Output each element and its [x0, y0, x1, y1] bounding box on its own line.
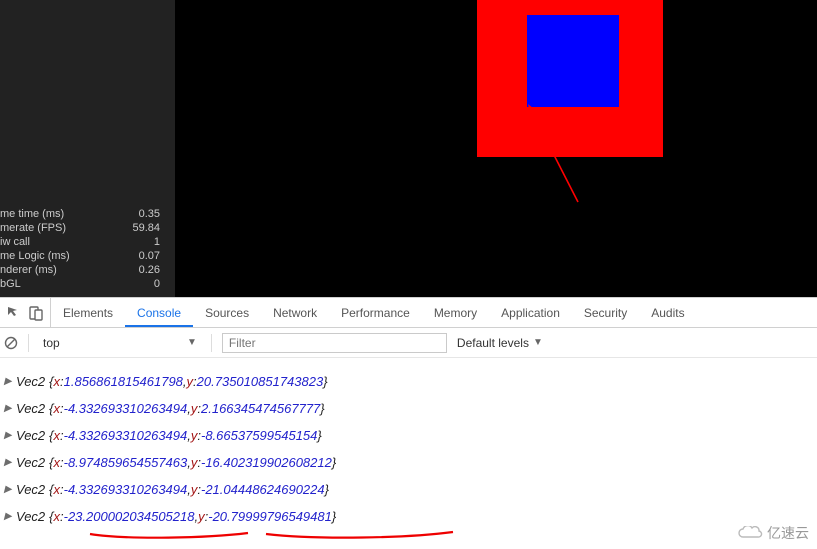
- stat-label: iw call: [0, 235, 30, 249]
- expander-triangle-icon[interactable]: ▶: [4, 503, 14, 530]
- log-row[interactable]: ▶Vec2 {x: -4.332693310263494, y: -21.044…: [4, 476, 817, 503]
- log-row-cropped: [4, 360, 817, 368]
- log-y: 20.735010851743823: [197, 368, 324, 395]
- stat-value: 0: [154, 277, 160, 291]
- annotation-underline-icon: [88, 528, 458, 542]
- stat-label: bGL: [0, 277, 21, 291]
- stat-label: me time (ms): [0, 207, 64, 221]
- log-x: -23.200002034505218: [64, 503, 195, 530]
- stat-value: 0.07: [139, 249, 160, 263]
- separator: [211, 334, 212, 352]
- stat-row: iw call 1: [0, 235, 168, 249]
- stat-value: 59.84: [132, 221, 160, 235]
- log-type: Vec2: [16, 395, 45, 422]
- log-type: Vec2: [16, 476, 45, 503]
- log-y: -8.66537599545154: [201, 422, 317, 449]
- chevron-down-icon: ▼: [187, 337, 197, 348]
- log-y: -20.79999796549481: [208, 503, 332, 530]
- watermark: 亿速云: [737, 523, 809, 543]
- stat-row: me Logic (ms) 0.07: [0, 249, 168, 263]
- devtools-panel: Elements Console Sources Network Perform…: [0, 297, 817, 549]
- game-preview-viewport: me time (ms) 0.35 merate (FPS) 59.84 iw ca…: [0, 0, 817, 297]
- tab-sources[interactable]: Sources: [193, 299, 261, 326]
- execution-context-selector[interactable]: top ▼: [39, 336, 201, 350]
- clear-console-icon[interactable]: [4, 336, 18, 350]
- log-row[interactable]: ▶Vec2 {x: -4.332693310263494, y: 2.16634…: [4, 395, 817, 422]
- log-x: 1.856861815461798: [64, 368, 183, 395]
- log-x: -4.332693310263494: [64, 395, 188, 422]
- tab-console[interactable]: Console: [125, 299, 193, 327]
- tab-application[interactable]: Application: [489, 299, 572, 326]
- expander-triangle-icon[interactable]: ▶: [4, 422, 14, 449]
- devtools-toolbar-icons: [0, 298, 51, 327]
- stat-value: 0.26: [139, 263, 160, 277]
- console-filter-input[interactable]: [222, 333, 447, 353]
- device-toggle-icon[interactable]: [28, 305, 44, 321]
- stat-value: 1: [154, 235, 160, 249]
- stat-value: 0.35: [139, 207, 160, 221]
- expander-triangle-icon[interactable]: ▶: [4, 368, 14, 395]
- stats-list: me time (ms) 0.35 merate (FPS) 59.84 iw ca…: [0, 207, 168, 291]
- log-levels-selector[interactable]: Default levels ▼: [457, 336, 543, 350]
- stat-label: nderer (ms): [0, 263, 57, 277]
- expander-triangle-icon[interactable]: ▶: [4, 476, 14, 503]
- watermark-label: 亿速云: [767, 523, 809, 543]
- console-log-list[interactable]: ▶Vec2 {x: 1.856861815461798, y: 20.73501…: [0, 358, 817, 544]
- log-row[interactable]: ▶Vec2 {x: -4.332693310263494, y: -8.6653…: [4, 422, 817, 449]
- tab-elements[interactable]: Elements: [51, 299, 125, 326]
- log-x: -8.974859654557463: [64, 449, 188, 476]
- stat-label: me Logic (ms): [0, 249, 70, 263]
- tab-performance[interactable]: Performance: [329, 299, 422, 326]
- log-y: 2.166345474567777: [201, 395, 320, 422]
- chevron-down-icon: ▼: [533, 337, 543, 348]
- log-x: -4.332693310263494: [64, 476, 188, 503]
- log-row[interactable]: ▶Vec2 {x: 1.856861815461798, y: 20.73501…: [4, 368, 817, 395]
- expander-triangle-icon[interactable]: ▶: [4, 395, 14, 422]
- cloud-icon: [737, 526, 763, 540]
- tab-audits[interactable]: Audits: [639, 299, 696, 326]
- tab-memory[interactable]: Memory: [422, 299, 489, 326]
- log-type: Vec2: [16, 368, 45, 395]
- log-x: -4.332693310263494: [64, 422, 188, 449]
- select-element-icon[interactable]: [6, 305, 22, 321]
- execution-context-label: top: [43, 336, 183, 350]
- stats-overlay: me time (ms) 0.35 merate (FPS) 59.84 iw ca…: [0, 0, 175, 297]
- log-levels-label: Default levels: [457, 336, 529, 350]
- log-type: Vec2: [16, 503, 45, 530]
- log-y: -16.402319902608212: [201, 449, 332, 476]
- tab-network[interactable]: Network: [261, 299, 329, 326]
- expander-triangle-icon[interactable]: ▶: [4, 449, 14, 476]
- stat-row: merate (FPS) 59.84: [0, 221, 168, 235]
- log-y: -21.04448624690224: [201, 476, 325, 503]
- child-node-rect: [527, 15, 619, 107]
- separator: [28, 334, 29, 352]
- stat-row: me time (ms) 0.35: [0, 207, 168, 221]
- log-row[interactable]: ▶Vec2 {x: -23.200002034505218, y: -20.79…: [4, 503, 817, 530]
- devtools-tab-bar: Elements Console Sources Network Perform…: [0, 298, 817, 328]
- stat-label: merate (FPS): [0, 221, 66, 235]
- tab-security[interactable]: Security: [572, 299, 639, 326]
- stat-row: bGL 0: [0, 277, 168, 291]
- log-type: Vec2: [16, 422, 45, 449]
- console-toolbar: top ▼ Default levels ▼: [0, 328, 817, 358]
- stat-row: nderer (ms) 0.26: [0, 263, 168, 277]
- log-row[interactable]: ▶Vec2 {x: -8.974859654557463, y: -16.402…: [4, 449, 817, 476]
- log-type: Vec2: [16, 449, 45, 476]
